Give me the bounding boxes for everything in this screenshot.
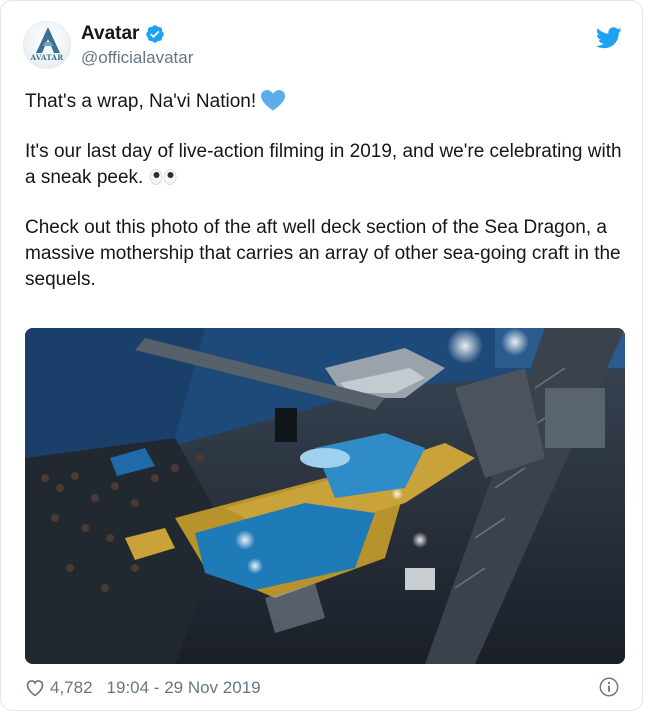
avatar-logo-icon <box>36 27 60 53</box>
eyes-icon <box>149 169 177 185</box>
tweet-paragraph-text: That's a wrap, Na'vi Nation! <box>25 91 257 112</box>
tweet-paragraph-text: It's our last day of live-action filming… <box>25 141 622 188</box>
account-names: Avatar @officialavatar <box>81 23 193 68</box>
tweet-footer: 4,782 19:04 - 29 Nov 2019 <box>25 676 620 698</box>
tweet-paragraph: It's our last day of live-action filming… <box>25 139 625 191</box>
tweet-paragraph-text: Check out this photo of the aft well dec… <box>25 217 621 290</box>
avatar-logo-text: AVATAR <box>30 53 64 62</box>
tweet-paragraph: Check out this photo of the aft well dec… <box>25 215 625 293</box>
display-name[interactable]: Avatar <box>81 23 139 45</box>
tweet-paragraph: That's a wrap, Na'vi Nation! <box>25 89 625 115</box>
tweet-photo[interactable] <box>25 328 625 664</box>
account-handle[interactable]: @officialavatar <box>81 48 193 68</box>
film-set-photo <box>25 328 625 664</box>
twitter-bird-icon[interactable] <box>596 27 622 49</box>
tweet-card: AVATAR Avatar @officialavatar That's a w… <box>0 0 643 711</box>
blue-heart-icon <box>261 90 286 111</box>
avatar[interactable]: AVATAR <box>23 21 71 69</box>
tweet-text: That's a wrap, Na'vi Nation! It's our la… <box>25 89 625 317</box>
like-count[interactable]: 4,782 <box>50 678 93 698</box>
display-name-row: Avatar <box>81 23 193 45</box>
tweet-header: AVATAR Avatar @officialavatar <box>23 21 193 69</box>
heart-outline-icon[interactable] <box>25 678 45 698</box>
verified-badge-icon <box>146 24 165 43</box>
info-icon[interactable] <box>598 676 620 698</box>
tweet-timestamp[interactable]: 19:04 - 29 Nov 2019 <box>107 678 261 698</box>
